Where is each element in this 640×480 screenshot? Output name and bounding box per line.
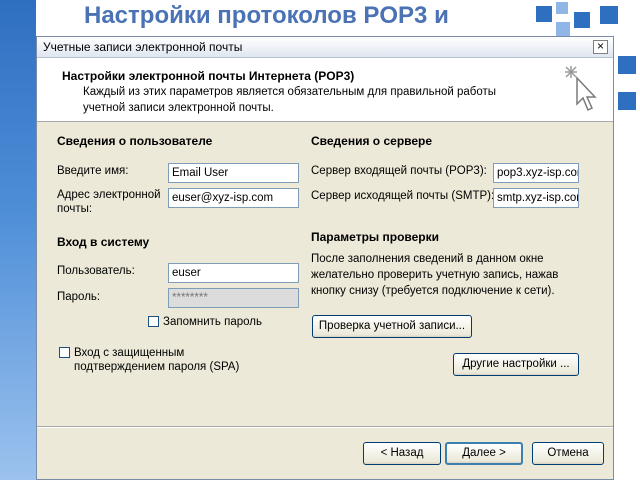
email-accounts-dialog: Учетные записи электронной почты × Настр… <box>36 36 614 480</box>
remember-password-label: Запомнить пароль <box>163 316 262 328</box>
email-label-line1: Адрес электронной <box>57 189 161 201</box>
server-info-heading: Сведения о сервере <box>311 134 433 148</box>
dialog-header: Настройки электронной почты Интернета (P… <box>37 58 613 122</box>
user-label: Пользователь: <box>57 265 135 277</box>
username-field[interactable]: euser <box>168 263 299 283</box>
back-button[interactable]: < Назад <box>363 442 441 465</box>
dialog-titlebar[interactable]: Учетные записи электронной почты × <box>37 37 613 58</box>
test-desc-line3: кнопку снизу (требуется подключение к се… <box>311 285 555 297</box>
email-field[interactable]: euser@xyz-isp.com <box>168 188 299 208</box>
more-settings-button[interactable]: Другие настройки ... <box>453 353 579 376</box>
deco-square <box>574 12 590 28</box>
logon-heading: Вход в систему <box>57 235 150 249</box>
slide-title: Настройки протоколов POP3 и <box>84 2 449 29</box>
outgoing-server-field[interactable]: smtp.xyz-isp.com <box>493 188 579 208</box>
deco-square <box>556 22 570 36</box>
test-account-button[interactable]: Проверка учетной записи... <box>312 315 472 338</box>
deco-square <box>556 2 568 14</box>
deco-square <box>618 56 636 74</box>
test-desc-line1: После заполнения сведений в данном окне <box>311 253 544 265</box>
footer-separator <box>37 426 613 428</box>
header-description: Каждый из этих параметров является обяза… <box>83 86 497 114</box>
spa-label-line2: подтверждением пароля (SPA) <box>74 361 240 373</box>
name-label: Введите имя: <box>57 165 129 177</box>
email-label-line2: почты: <box>57 203 93 215</box>
password-label: Пароль: <box>57 291 101 303</box>
test-desc-line2: желательно проверить учетную запись, наж… <box>311 269 559 281</box>
incoming-server-field[interactable]: pop3.xyz-isp.com <box>493 163 579 183</box>
deco-square <box>536 6 552 22</box>
test-settings-heading: Параметры проверки <box>311 230 439 244</box>
deco-square <box>618 92 636 110</box>
slide-left-band <box>0 0 36 480</box>
dialog-title: Учетные записи электронной почты <box>43 40 243 54</box>
outgoing-server-label: Сервер исходящей почты (SMTP): <box>311 190 495 202</box>
remember-password-checkbox[interactable] <box>148 316 159 327</box>
cancel-button[interactable]: Отмена <box>532 442 604 465</box>
close-icon[interactable]: × <box>593 40 608 54</box>
next-button[interactable]: Далее > <box>445 442 523 465</box>
spa-label-line1: Вход с защищенным <box>74 347 185 359</box>
password-field[interactable]: ******** <box>168 288 299 308</box>
wizard-cursor-icon <box>565 66 597 112</box>
spa-checkbox[interactable] <box>59 347 70 358</box>
header-title: Настройки электронной почты Интернета (P… <box>62 69 355 83</box>
incoming-server-label: Сервер входящей почты (POP3): <box>311 165 487 177</box>
name-field[interactable]: Email User <box>168 163 299 183</box>
user-info-heading: Сведения о пользователе <box>57 134 213 148</box>
deco-square <box>600 6 618 24</box>
